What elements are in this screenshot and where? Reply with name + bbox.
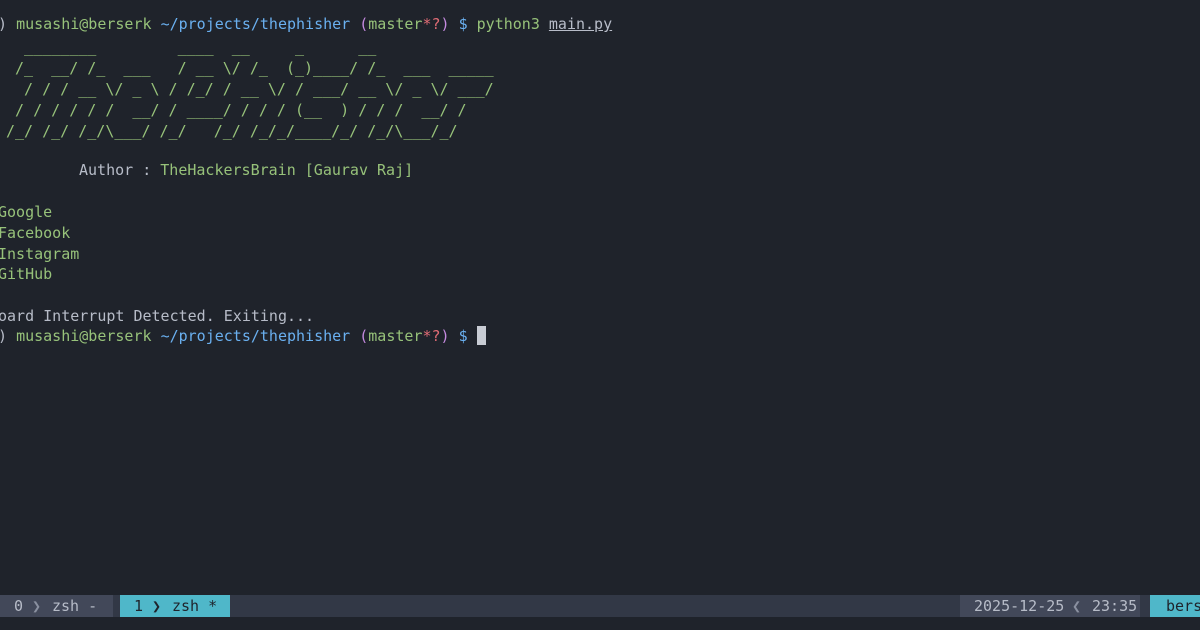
menu-item-facebook: Facebook bbox=[0, 224, 71, 242]
chevron-right-icon: ❯ bbox=[32, 597, 42, 615]
prompt-user-host-2: musashi@berserk bbox=[16, 327, 152, 345]
tmux-window-0-index: 0 bbox=[14, 597, 24, 615]
prompt-branch-2: master bbox=[368, 327, 423, 345]
terminal-window[interactable]: ) musashi@berserk ~/projects/thephisher … bbox=[0, 0, 1200, 630]
ascii-banner: ________ ____ __ _ __ /_ __/ /_ ___ / __… bbox=[6, 38, 494, 140]
tmux-time: 23:35 bbox=[1092, 597, 1138, 615]
prompt-branch-close: ) bbox=[440, 15, 450, 33]
prompt-branch-close-2: ) bbox=[440, 327, 450, 345]
prompt-leading-2: ) bbox=[0, 327, 7, 345]
tmux-window-0[interactable]: 0 ❯ zsh - bbox=[0, 595, 113, 617]
prompt-symbol-2: $ bbox=[458, 327, 468, 345]
prompt-branch-open: ( bbox=[359, 15, 369, 33]
prompt-leading: ) bbox=[0, 15, 7, 33]
prompt-branch: master bbox=[368, 15, 423, 33]
tmux-window-1-name: zsh * bbox=[172, 597, 218, 615]
prompt-branch-flags: *? bbox=[422, 15, 441, 33]
prompt-branch-open-2: ( bbox=[359, 327, 369, 345]
interrupt-message: oard Interrupt Detected. Exiting... bbox=[0, 307, 315, 325]
prompt-path: ~/projects/thephisher bbox=[160, 15, 351, 33]
menu-item-instagram: Instagram bbox=[0, 245, 80, 263]
tmux-hostname: bers bbox=[1150, 595, 1200, 617]
author-line: Author : TheHackersBrain [Gaurav Raj] bbox=[79, 160, 413, 181]
tmux-window-1-index: 1 bbox=[134, 597, 144, 615]
tmux-status-bar: 0 ❯ zsh - 1 ❯ zsh * 2025-12-25 ❮ 23:35 bers bbox=[0, 595, 1200, 617]
prompt-symbol: $ bbox=[458, 15, 468, 33]
text-cursor[interactable] bbox=[476, 326, 486, 345]
menu-item-github: GitHub bbox=[0, 265, 53, 283]
author-label: Author : bbox=[79, 161, 161, 179]
tmux-date: 2025-12-25 bbox=[974, 597, 1065, 615]
prompt-user-host: musashi@berserk bbox=[16, 15, 152, 33]
prompt-branch-flags-2: *? bbox=[422, 327, 441, 345]
prompt-line-command: ) musashi@berserk ~/projects/thephisher … bbox=[0, 14, 612, 35]
tmux-datetime: 2025-12-25 ❮ 23:35 bbox=[960, 595, 1140, 617]
tmux-window-1[interactable]: 1 ❯ zsh * bbox=[120, 595, 230, 617]
author-value: TheHackersBrain [Gaurav Raj] bbox=[160, 161, 414, 179]
chevron-right-icon: ❯ bbox=[152, 597, 162, 615]
tmux-window-0-name: zsh - bbox=[52, 597, 98, 615]
prompt-line-current[interactable]: ) musashi@berserk ~/projects/thephisher … bbox=[0, 326, 486, 347]
command-script[interactable]: main.py bbox=[549, 15, 612, 33]
menu-item-google: Google bbox=[0, 203, 53, 221]
command-program: python3 bbox=[476, 15, 540, 33]
chevron-left-icon: ❮ bbox=[1072, 597, 1082, 615]
prompt-path-2: ~/projects/thephisher bbox=[160, 327, 351, 345]
tmux-host: bers bbox=[1166, 597, 1200, 615]
